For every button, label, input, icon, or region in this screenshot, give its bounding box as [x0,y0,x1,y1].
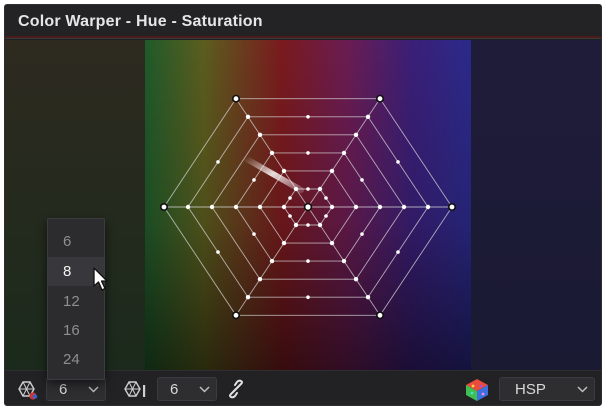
hue-points-icon[interactable] [15,381,39,401]
mesh-node[interactable] [281,168,287,174]
mesh-node[interactable] [306,223,310,227]
mesh-node[interactable] [329,204,335,210]
mesh-node[interactable] [341,150,347,156]
mesh-node[interactable] [306,295,310,299]
mesh-node[interactable] [401,204,407,210]
mouse-pointer-icon [93,267,108,291]
control-handle[interactable] [375,311,384,320]
control-handle[interactable] [232,94,241,103]
mesh-node[interactable] [329,168,335,174]
mesh-node[interactable] [252,178,256,182]
title-accent-line [5,36,601,38]
mesh-node[interactable] [216,250,220,254]
control-handle[interactable] [447,203,456,212]
saturation-points-icon[interactable] [122,380,148,400]
chevron-down-icon [88,386,99,393]
menu-option-24[interactable]: 24 [48,345,104,374]
hue-points-menu: 6 8 12 16 24 [47,218,105,380]
mesh-node[interactable] [317,222,323,228]
mesh-node[interactable] [257,132,263,137]
color-space-dropdown[interactable]: HSP [499,377,595,401]
mesh-node[interactable] [245,295,251,300]
chevron-down-icon [577,386,588,393]
mesh-node[interactable] [306,187,310,191]
mesh-node[interactable] [306,151,310,155]
mesh-node[interactable] [353,204,359,210]
mesh-node[interactable] [257,277,263,282]
mesh-node[interactable] [288,214,292,218]
mesh-node[interactable] [353,132,359,137]
control-handle[interactable] [160,203,169,212]
mesh-node[interactable] [360,178,364,182]
mesh-node[interactable] [396,250,400,254]
control-handle[interactable] [232,311,241,320]
mesh-node[interactable] [269,150,275,156]
mesh-node[interactable] [341,258,347,264]
mesh-node[interactable] [365,295,371,300]
menu-option-6[interactable]: 6 [48,227,104,256]
mesh-node[interactable] [317,186,323,192]
mesh-node[interactable] [306,115,310,119]
mesh-node[interactable] [288,196,292,200]
mesh-node[interactable] [245,114,251,120]
mesh-node[interactable] [269,258,275,264]
mesh-node[interactable] [425,204,431,210]
mesh-node[interactable] [377,204,383,210]
mesh-node[interactable] [216,160,220,164]
color-space-value: HSP [515,381,546,398]
hue-points-dropdown[interactable]: 6 [46,377,106,401]
center-handle[interactable] [303,202,313,212]
mesh-node[interactable] [252,232,256,236]
mesh-node[interactable] [257,204,263,210]
mesh-node[interactable] [353,277,359,282]
link-icon[interactable] [227,379,245,399]
mesh-node[interactable] [306,259,310,263]
mesh-node[interactable] [209,204,215,210]
menu-option-16[interactable]: 16 [48,316,104,345]
mesh-node[interactable] [329,240,335,246]
mesh-node[interactable] [281,204,287,210]
mesh-node[interactable] [360,232,364,236]
mesh-node[interactable] [324,214,328,218]
mesh-node[interactable] [365,114,371,120]
mesh-node[interactable] [293,222,299,228]
mesh-node[interactable] [324,196,328,200]
saturation-points-dropdown[interactable]: 6 [157,377,217,401]
mesh-node[interactable] [233,204,239,210]
title-bar: Color Warper - Hue - Saturation [5,5,601,39]
mesh-node[interactable] [185,204,191,210]
saturation-points-value: 6 [170,381,179,398]
right-side-area [471,40,601,370]
color-warper-panel: Color Warper - Hue - Saturation 6 6 HSP … [4,4,602,406]
hue-points-value: 6 [59,381,68,398]
control-handle[interactable] [375,94,384,103]
mesh-node[interactable] [281,240,287,246]
color-cube-icon[interactable] [464,378,490,402]
mesh-node[interactable] [396,160,400,164]
panel-title: Color Warper - Hue - Saturation [18,13,263,30]
chevron-down-icon [199,386,210,393]
